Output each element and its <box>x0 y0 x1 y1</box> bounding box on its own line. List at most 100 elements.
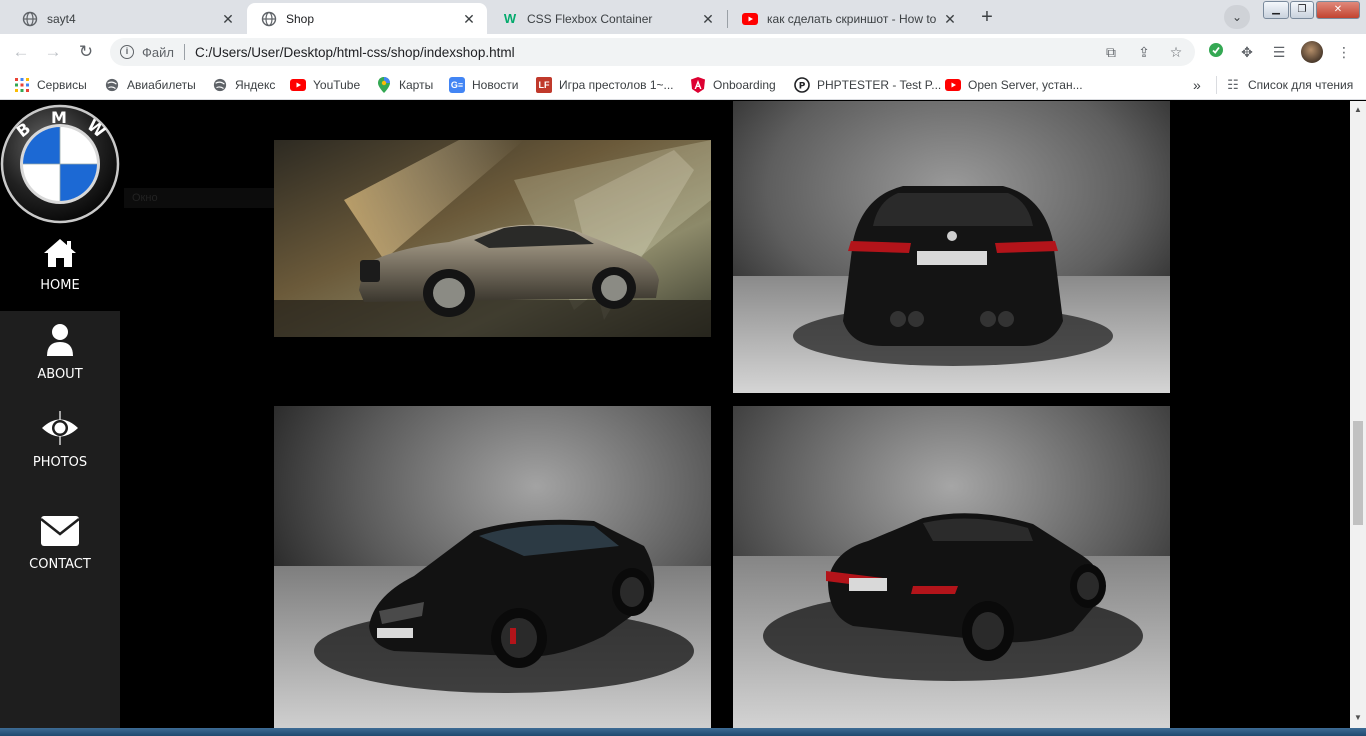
tab-shop[interactable]: Shop ✕ <box>247 3 487 34</box>
bookmark-onboarding[interactable]: Onboarding <box>690 76 776 94</box>
apps-grid-icon <box>14 77 30 93</box>
scheme-label: Файл <box>142 44 174 60</box>
media-queue-icon[interactable]: ☰ <box>1269 42 1289 62</box>
globe-icon <box>22 11 38 27</box>
share-icon[interactable]: ⇪ <box>1134 42 1154 62</box>
bookmark-label: Сервисы <box>37 78 87 92</box>
gallery-photo[interactable] <box>274 406 711 728</box>
reload-icon[interactable]: ↻ <box>74 40 98 64</box>
url-text[interactable]: C:/Users/User/Desktop/html-css/shop/inde… <box>195 45 515 60</box>
nav-label: PHOTOS <box>32 455 88 470</box>
bookmark-maps[interactable]: Карты <box>376 76 433 94</box>
nav-label: CONTACT <box>29 557 91 572</box>
bookmark-star-icon[interactable]: ☆ <box>1166 42 1186 62</box>
back-icon[interactable]: ← <box>9 40 33 64</box>
bookmarks-bar: Сервисы Авиабилеты Яндекс YouTube Карты … <box>0 70 1366 100</box>
bookmark-label: Карты <box>399 78 434 92</box>
gallery-photo[interactable] <box>733 406 1170 728</box>
window-close-button[interactable]: ✕ <box>1316 1 1360 19</box>
bookmark-label: Яндекс <box>235 78 276 92</box>
bookmark-phptester[interactable]: P PHPTESTER - Test P... <box>794 76 941 94</box>
bookmark-avia[interactable]: Авиабилеты <box>104 76 196 94</box>
youtube-icon <box>742 11 758 27</box>
bmw-m4-rear-quarter-image <box>733 406 1170 728</box>
maps-pin-icon <box>376 77 392 93</box>
minimize-button[interactable]: ▁ <box>1263 1 1289 19</box>
page-scrollbar[interactable]: ▲ ▼ <box>1350 101 1366 728</box>
bookmark-label: Авиабилеты <box>127 78 196 92</box>
scrollbar-thumb[interactable] <box>1353 421 1363 525</box>
bmw-m4-rear-image <box>733 101 1170 393</box>
browser-toolbar: ← → ↻ i Файл C:/Users/User/Desktop/html-… <box>0 34 1366 70</box>
tab-youtube[interactable]: как сделать скриншот - How to ✕ <box>728 3 968 34</box>
bookmarks-overflow-button[interactable]: » <box>1193 76 1201 94</box>
extension-green-icon[interactable] <box>1206 42 1226 62</box>
bookmark-label: Onboarding <box>713 78 776 92</box>
tab-search-icon[interactable]: ⌄ <box>1224 5 1250 29</box>
translate-icon[interactable]: ⧉ <box>1101 42 1121 62</box>
gallery-photo[interactable] <box>274 140 711 337</box>
nav-label: ABOUT <box>37 367 83 382</box>
envelope-icon <box>0 515 120 551</box>
scroll-down-icon[interactable]: ▼ <box>1354 713 1362 722</box>
svg-text:P: P <box>799 82 806 92</box>
bookmark-label: YouTube <box>313 78 361 92</box>
nav-home[interactable]: HOME <box>0 238 120 293</box>
reading-list-icon: ☷ <box>1227 77 1239 92</box>
google-news-icon: G≡ <box>449 77 465 93</box>
profile-avatar[interactable] <box>1301 41 1323 63</box>
gallery-photo[interactable] <box>733 101 1170 393</box>
nav-about[interactable]: ABOUT <box>0 323 120 382</box>
bookmark-label: PHPTESTER - Test P... <box>817 78 942 92</box>
reading-list-button[interactable]: ☷ Список для чтения <box>1216 76 1353 94</box>
scroll-up-icon[interactable]: ▲ <box>1354 105 1362 114</box>
bmw-m4-front-image <box>274 406 711 728</box>
tab-title: sayt4 <box>47 11 76 26</box>
bookmark-openserver[interactable]: Open Server, устан... <box>945 76 1083 94</box>
user-icon <box>0 323 120 361</box>
tab-css-flexbox[interactable]: W CSS Flexbox Container ✕ <box>488 3 726 34</box>
lf-icon: LF <box>536 77 552 93</box>
close-icon[interactable]: ✕ <box>942 11 958 27</box>
bmw-logo[interactable]: B M W <box>0 104 120 224</box>
bookmark-yandex[interactable]: Яндекс <box>212 76 275 94</box>
tab-title: Shop <box>286 11 315 26</box>
bookmark-youtube[interactable]: YouTube <box>290 76 360 94</box>
tab-title: CSS Flexbox Container <box>527 11 653 26</box>
bookmark-news[interactable]: G≡ Новости <box>449 76 518 94</box>
menu-kebab-icon[interactable]: ⋮ <box>1334 42 1354 62</box>
new-tab-button[interactable]: + <box>973 6 1001 30</box>
youtube-icon <box>290 77 306 93</box>
nav-photos[interactable]: PHOTOS <box>0 411 120 470</box>
site-info-icon[interactable]: i <box>120 45 134 59</box>
os-taskbar <box>0 728 1366 736</box>
angular-icon <box>690 77 706 93</box>
eye-icon <box>0 411 120 449</box>
youtube-icon <box>945 77 961 93</box>
tab-sayt4[interactable]: sayt4 ✕ <box>8 3 246 34</box>
address-bar[interactable]: i Файл C:/Users/User/Desktop/html-css/sh… <box>110 38 1195 66</box>
forward-icon[interactable]: → <box>41 40 65 64</box>
bookmark-services[interactable]: Сервисы <box>14 76 87 94</box>
globe-icon <box>104 77 120 93</box>
bookmark-got[interactable]: LF Игра престолов 1~... <box>536 76 674 94</box>
logo-letter: M <box>51 108 67 127</box>
close-icon[interactable]: ✕ <box>220 11 236 27</box>
w3schools-icon: W <box>503 11 517 26</box>
extensions-puzzle-icon[interactable]: ✥ <box>1237 42 1257 62</box>
ghost-overlay-text: Окно <box>124 188 274 208</box>
close-icon[interactable]: ✕ <box>461 11 477 27</box>
page-viewport: B M W HOME ABOUT PHOTOS CONTACT Окно <box>0 101 1350 728</box>
nav-label: HOME <box>40 278 80 293</box>
maximize-button[interactable]: ❐ <box>1290 1 1314 19</box>
address-divider <box>183 44 185 60</box>
tab-title: как сделать скриншот - How to <box>767 11 937 26</box>
close-icon[interactable]: ✕ <box>700 11 716 27</box>
home-icon <box>0 238 120 272</box>
phptester-icon: P <box>794 77 810 93</box>
globe-icon <box>261 11 277 27</box>
tab-strip: sayt4 ✕ Shop ✕ W CSS Flexbox Container ✕… <box>0 0 1366 34</box>
nav-contact[interactable]: CONTACT <box>0 515 120 572</box>
bookmark-label: Игра престолов 1~... <box>559 78 674 92</box>
globe-icon <box>212 77 228 93</box>
